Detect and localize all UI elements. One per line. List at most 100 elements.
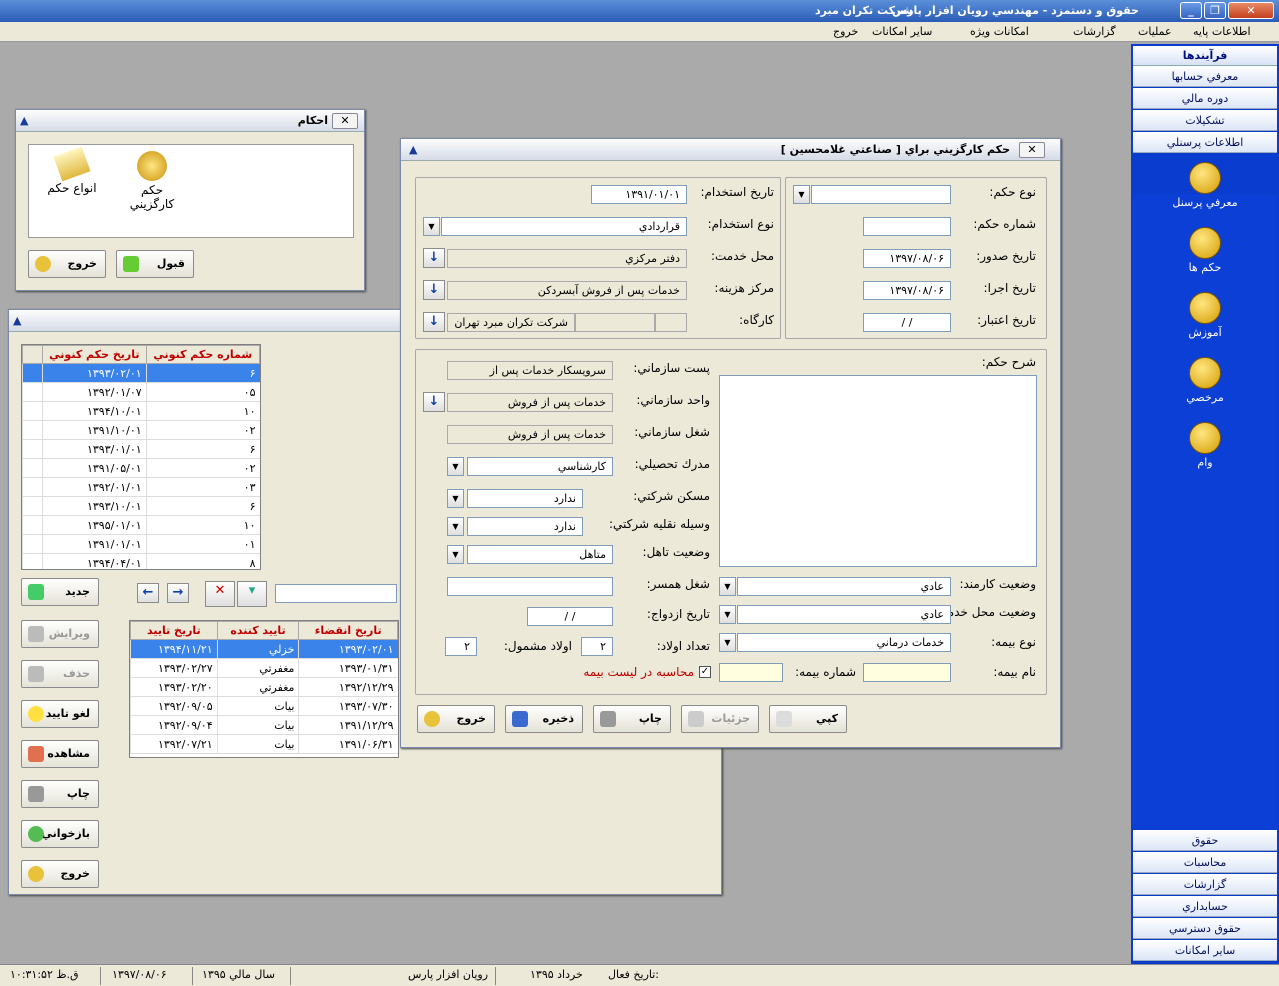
table-row[interactable]: ۱۳۹۲/۰۹/۰۵ بيات ۱۳۹۳/۰۷/۳۰ bbox=[130, 696, 398, 716]
search-input[interactable] bbox=[275, 584, 397, 603]
table-row[interactable]: ۱۳۹۳/۰۲/۲۰ مغفرتي ۱۳۹۲/۱۲/۲۹ bbox=[130, 677, 398, 697]
education-dropdown[interactable]: ▼ bbox=[447, 457, 464, 476]
order-type-dropdown[interactable]: ▼ bbox=[793, 185, 810, 204]
filter-button[interactable]: ▾ bbox=[237, 581, 267, 607]
table-row[interactable]: ۱۳۹۲/۰۱/۰۷ ۰۵ bbox=[22, 382, 260, 402]
exec-date-input[interactable]: ۱۳۹۷/۰۸/۰۶ bbox=[863, 281, 951, 300]
nav-calculations[interactable]: محاسبات bbox=[1133, 852, 1277, 873]
hokm-close-button[interactable]: ✕ bbox=[1019, 142, 1045, 158]
menu-operations[interactable]: عمليات bbox=[1138, 25, 1172, 38]
hire-date-input[interactable]: ۱۳۹۱/۰۱/۰۱ bbox=[591, 185, 687, 204]
place-status-select[interactable]: عادي bbox=[737, 605, 951, 624]
delete-button[interactable]: حذف bbox=[21, 660, 99, 688]
table-row[interactable]: ۱۳۹۵/۰۱/۰۱ ۱۰ bbox=[22, 515, 260, 535]
nav-fiscal[interactable]: دوره مالي bbox=[1133, 88, 1277, 109]
employee-status-select[interactable]: عادي bbox=[737, 577, 951, 596]
hokm-types-icon-item[interactable]: انواع حكم bbox=[37, 146, 107, 195]
nav-accounting[interactable]: حسابداري bbox=[1133, 896, 1277, 917]
nav-accounts[interactable]: معرفي حسابها bbox=[1133, 66, 1277, 87]
nav-personnel[interactable]: اطلاعات پرسنلي bbox=[1133, 132, 1277, 153]
table-row[interactable]: ۱۳۹۲/۰۷/۲۱ بيات ۱۳۹۱/۰۶/۳۱ bbox=[130, 734, 398, 754]
nav-access[interactable]: حقوق دسترسي bbox=[1133, 918, 1277, 939]
vehicle-select[interactable]: ندارد bbox=[467, 517, 583, 536]
order-desc-textarea[interactable] bbox=[719, 375, 1037, 567]
hokm-kargozini-icon-item[interactable]: حكم كارگزيني bbox=[117, 151, 187, 211]
current-orders-grid[interactable]: تاريخ حكم كنوني شماره حكم كنوني ۱۳۹۳/۰۲/۰… bbox=[21, 344, 261, 570]
housing-dropdown[interactable]: ▼ bbox=[447, 489, 464, 508]
insurance-type-select[interactable]: خدمات درماني bbox=[737, 633, 951, 652]
table-row[interactable]: ۱۳۹۱/۰۵/۰۱ ۰۲ bbox=[22, 458, 260, 478]
table-row[interactable]: ۱۳۹۳/۰۲/۰۱ ۶ bbox=[22, 363, 260, 383]
nav-icon-personnel[interactable]: معرفي پرسنل bbox=[1133, 162, 1277, 222]
hire-type-dropdown[interactable]: ▼ bbox=[423, 217, 440, 236]
children-input[interactable]: ۲ bbox=[581, 637, 613, 656]
close-button[interactable]: ✕ bbox=[1228, 2, 1274, 19]
menu-exit[interactable]: خروج bbox=[833, 25, 858, 38]
details-button[interactable]: جزئيات bbox=[681, 705, 759, 733]
children-included-input[interactable]: ۲ bbox=[445, 637, 477, 656]
ahkam-exit-button[interactable]: خروج bbox=[28, 250, 106, 278]
cost-center-pick-button[interactable]: ↓ bbox=[423, 280, 445, 300]
marital-dropdown[interactable]: ▼ bbox=[447, 545, 464, 564]
restore-button[interactable]: ❐ bbox=[1204, 2, 1226, 19]
table-row[interactable]: ۱۳۹۴/۱۰/۰۱ ۱۰ bbox=[22, 401, 260, 421]
copy-button[interactable]: كپي bbox=[769, 705, 847, 733]
insurance-name-input[interactable] bbox=[863, 663, 951, 682]
place-status-dropdown[interactable]: ▼ bbox=[719, 605, 736, 624]
next-arrow-button[interactable]: → bbox=[167, 583, 189, 603]
clear-filter-button[interactable]: ✕ bbox=[205, 581, 235, 607]
issue-date-input[interactable]: ۱۳۹۷/۰۸/۰۶ bbox=[863, 249, 951, 268]
marriage-date-input[interactable]: / / bbox=[527, 607, 613, 626]
nav-icon-loan[interactable]: وام bbox=[1133, 422, 1277, 482]
unit-pick-button[interactable]: ↓ bbox=[423, 392, 445, 412]
vehicle-dropdown[interactable]: ▼ bbox=[447, 517, 464, 536]
menu-reports[interactable]: گزارشات bbox=[1073, 25, 1116, 38]
table-row[interactable]: ۱۳۹۲/۰۱/۰۱ ۰۳ bbox=[22, 477, 260, 497]
nav-reports[interactable]: گزارشات bbox=[1133, 874, 1277, 895]
spouse-job-input[interactable] bbox=[447, 577, 613, 596]
education-select[interactable]: كارشناسي bbox=[467, 457, 613, 476]
order-number-input[interactable] bbox=[863, 217, 951, 236]
table-row[interactable]: ۱۳۹۴/۱۱/۲۱ خزلي ۱۳۹۳/۰۲/۰۱ bbox=[130, 639, 398, 659]
nav-organization[interactable]: تشكيلات bbox=[1133, 110, 1277, 131]
nav-salary[interactable]: حقوق bbox=[1133, 830, 1277, 851]
insurance-type-dropdown[interactable]: ▼ bbox=[719, 633, 736, 652]
table-row[interactable]: ۱۳۹۱/۱۰/۰۱ ۰۲ bbox=[22, 420, 260, 440]
marital-select[interactable]: متاهل bbox=[467, 545, 613, 564]
edit-button[interactable]: ويرايش bbox=[21, 620, 99, 648]
hokm-print-button[interactable]: چاپ bbox=[593, 705, 671, 733]
nav-icon-orders[interactable]: حكم ها bbox=[1133, 227, 1277, 287]
table-row[interactable]: ۱۳۹۲/۰۹/۰۴ بيات ۱۳۹۱/۱۲/۲۹ bbox=[130, 715, 398, 735]
menu-base-info[interactable]: اطلاعات پايه bbox=[1193, 25, 1251, 38]
cancel-approval-button[interactable]: لغو تاييد bbox=[21, 700, 99, 728]
nav-icon-leave[interactable]: مرخصي bbox=[1133, 357, 1277, 417]
prev-arrow-button[interactable]: ← bbox=[137, 583, 159, 603]
workshop-pick-button[interactable]: ↓ bbox=[423, 312, 445, 332]
employee-status-dropdown[interactable]: ▼ bbox=[719, 577, 736, 596]
insurance-no-input[interactable] bbox=[719, 663, 783, 682]
new-button[interactable]: جديد bbox=[21, 578, 99, 606]
minimize-button[interactable]: _ bbox=[1180, 2, 1202, 19]
table-row[interactable]: ۱۳۹۳/۱۰/۰۱ ۶ bbox=[22, 496, 260, 516]
ahkam-close-button[interactable]: ✕ bbox=[332, 113, 358, 129]
calc-insurance-checkbox[interactable]: ✓ bbox=[699, 666, 711, 678]
housing-select[interactable]: ندارد bbox=[467, 489, 583, 508]
hire-type-select[interactable]: قراردادي bbox=[441, 217, 687, 236]
service-place-pick-button[interactable]: ↓ bbox=[423, 248, 445, 268]
table-row[interactable]: ۱۳۹۳/۰۱/۰۱ ۶ bbox=[22, 439, 260, 459]
view-button[interactable]: مشاهده bbox=[21, 740, 99, 768]
menu-special[interactable]: امكانات ويژه bbox=[970, 25, 1029, 38]
nav-other[interactable]: ساير امكانات bbox=[1133, 940, 1277, 961]
nav-icon-training[interactable]: آموزش bbox=[1133, 292, 1277, 352]
menu-other[interactable]: ساير امكانات bbox=[872, 25, 932, 38]
hokm-exit-button[interactable]: خروج bbox=[417, 705, 495, 733]
valid-date-input[interactable]: / / bbox=[863, 313, 951, 332]
table-row[interactable]: ۱۳۹۴/۰۴/۰۱ ۸ bbox=[22, 553, 260, 569]
table-row[interactable]: ۱۳۹۱/۰۱/۰۱ ۰۱ bbox=[22, 534, 260, 554]
ahkam-ok-button[interactable]: قبول bbox=[116, 250, 194, 278]
table-row[interactable]: ۱۳۹۳/۰۲/۲۷ مغفرتي ۱۳۹۳/۰۱/۳۱ bbox=[130, 658, 398, 678]
list-exit-button[interactable]: خروج bbox=[21, 860, 99, 888]
order-type-select[interactable] bbox=[811, 185, 951, 204]
print-button[interactable]: چاپ bbox=[21, 780, 99, 808]
save-button[interactable]: ذخيره bbox=[505, 705, 583, 733]
